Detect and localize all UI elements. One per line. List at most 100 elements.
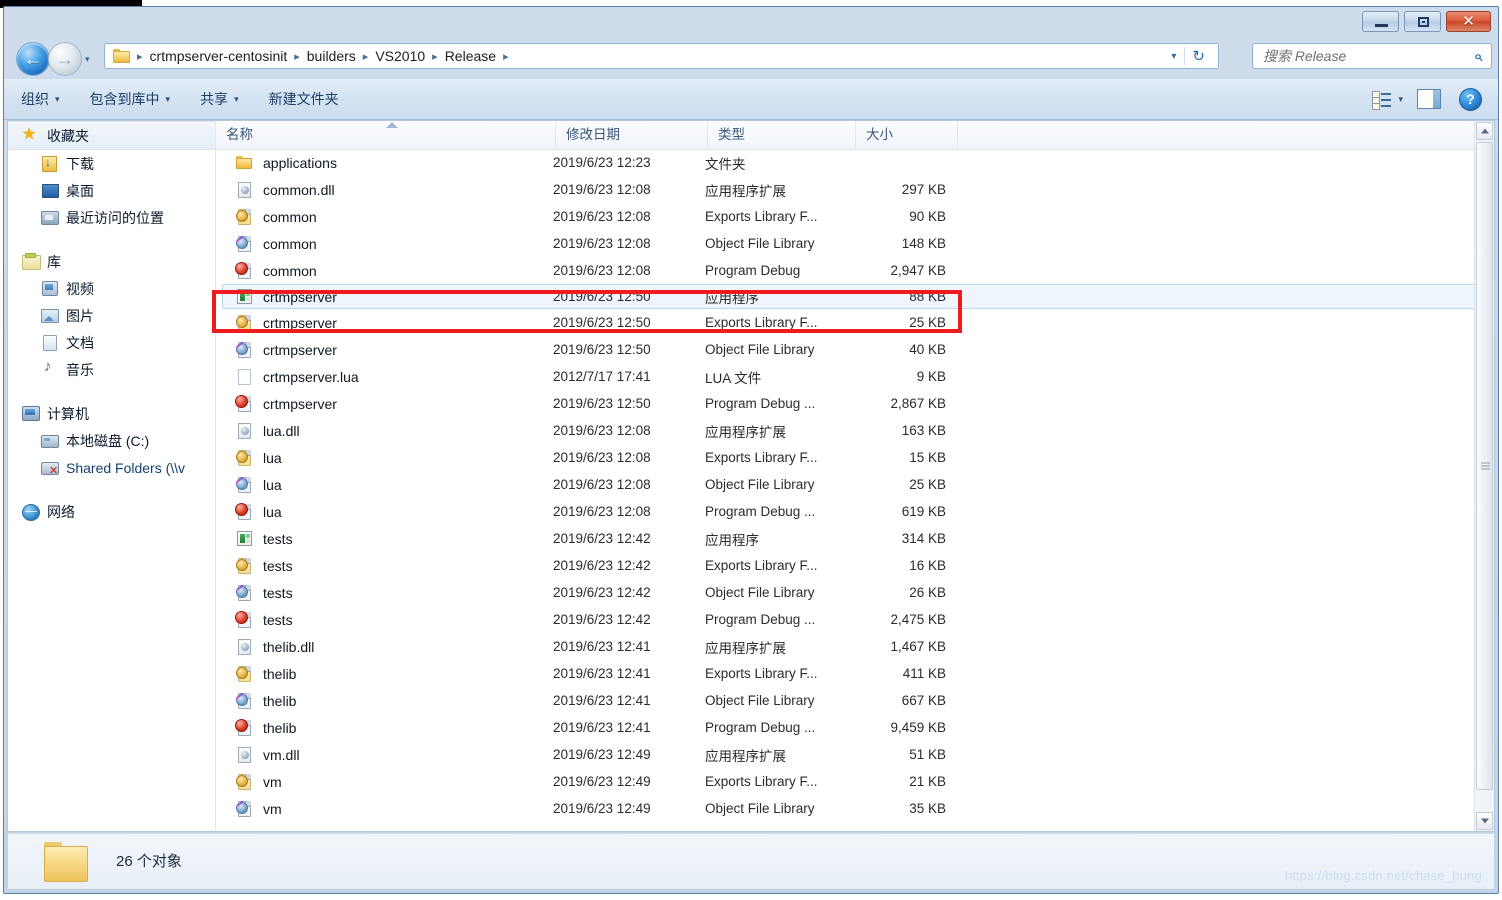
breadcrumb-item-0[interactable]: crtmpserver-centosinit [146,46,292,66]
history-dropdown-icon[interactable]: ▾ [85,54,90,65]
sidebar-item-videos[interactable]: 视频 [8,275,215,302]
file-date-cell: 2019/6/23 12:41 [553,693,651,708]
organize-button[interactable]: 组织 ▾ [8,84,73,114]
table-row[interactable]: vm 2019/6/23 12:49 Object File Library 35 K… [216,795,1494,822]
table-row[interactable]: crtmpserver 2019/6/23 12:50 Program Debug … [216,390,1494,417]
file-size-cell: 25 KB [909,315,946,330]
breadcrumb-separator-4[interactable]: ▸ [500,50,512,63]
file-date-cell: 2019/6/23 12:49 [553,774,651,789]
sidebar-item-libraries[interactable]: 库 [8,248,215,275]
file-size-cell: 35 KB [909,801,946,816]
table-row-selected[interactable]: crtmpserver 2019/6/23 12:50 应用程序 88 KB [222,284,1478,309]
file-name-cell: vm.dll [236,746,300,764]
share-button[interactable]: 共享 ▾ [187,84,252,114]
address-bar[interactable]: ▸ crtmpserver-centosinit ▸ builders ▸ VS… [104,43,1219,69]
file-size-cell: 667 KB [901,693,946,708]
search-input[interactable] [1261,47,1465,65]
back-button[interactable]: ← [16,42,50,76]
sidebar-item-pictures[interactable]: 图片 [8,302,215,329]
minimize-button[interactable] [1362,11,1399,32]
title-bar[interactable]: ✕ [4,7,1498,37]
dll-file-icon [236,638,254,656]
maximize-button[interactable] [1404,11,1441,32]
sidebar-item-network[interactable]: 网络 [8,498,215,525]
table-row[interactable]: common.dll 2019/6/23 12:08 应用程序扩展 297 KB [216,176,1494,203]
sidebar-item-music[interactable]: 音乐 [8,356,215,383]
sidebar-item-shared-folders[interactable]: Shared Folders (\\v [8,454,215,481]
table-row[interactable]: lua 2019/6/23 12:08 Exports Library F... 15… [216,444,1494,471]
close-button[interactable]: ✕ [1446,11,1491,32]
column-header-type[interactable]: 类型 [708,121,856,149]
table-row[interactable]: common 2019/6/23 12:08 Exports Library F..… [216,203,1494,230]
table-row[interactable]: applications 2019/6/23 12:23 文件夹 [216,149,1494,176]
vertical-scrollbar[interactable] [1474,121,1494,831]
breadcrumb-separator-1[interactable]: ▸ [291,50,303,63]
back-arrow-icon: ← [24,49,42,69]
table-row[interactable]: tests 2019/6/23 12:42 应用程序 314 KB [216,525,1494,552]
object-count-label: 26 个对象 [116,853,182,870]
chevron-down-icon: ▾ [55,93,60,104]
chevron-down-icon[interactable]: ▾ [1394,94,1417,105]
table-row[interactable]: thelib.dll 2019/6/23 12:41 应用程序扩展 1,467 KB [216,633,1494,660]
file-type-cell: Object File Library [705,801,815,816]
table-row[interactable]: vm.dll 2019/6/23 12:49 应用程序扩展 51 KB [216,741,1494,768]
file-size-cell: 9 KB [916,369,946,384]
sidebar-item-documents[interactable]: 文档 [8,329,215,356]
table-row[interactable]: lua.dll 2019/6/23 12:08 应用程序扩展 163 KB [216,417,1494,444]
search-icon[interactable]: ⌕ [1465,48,1491,65]
scroll-down-button[interactable] [1476,812,1493,830]
sidebar-item-recent-places[interactable]: 最近访问的位置 [8,204,215,231]
navigation-sidebar[interactable]: ★ 收藏夹 下载 桌面 最近访问的位置 库 [8,121,216,831]
forward-button[interactable]: → [48,42,82,76]
table-row[interactable]: crtmpserver.lua 2012/7/17 17:41 LUA 文件 9 KB [216,363,1494,390]
table-row[interactable]: thelib 2019/6/23 12:41 Program Debug ... 9,… [216,714,1494,741]
breadcrumb-separator-2[interactable]: ▸ [360,50,372,63]
table-row[interactable]: tests 2019/6/23 12:42 Object File Library 2… [216,579,1494,606]
file-date-cell: 2019/6/23 12:41 [553,666,651,681]
breadcrumb-separator-3[interactable]: ▸ [429,50,441,63]
file-name-cell: common [236,208,317,226]
table-row[interactable]: common 2019/6/23 12:08 Object File Library… [216,230,1494,257]
sidebar-item-computer[interactable]: 计算机 [8,400,215,427]
file-rows[interactable]: applications 2019/6/23 12:23 文件夹 common.dll… [216,149,1494,831]
file-size-cell: 1,467 KB [890,639,946,654]
file-name-cell: crtmpserver [236,288,337,306]
column-header-date[interactable]: 修改日期 [556,121,708,149]
scrollbar-thumb[interactable] [1476,142,1493,790]
preview-pane-icon[interactable] [1417,89,1441,109]
sidebar-item-label: 下载 [66,155,94,172]
chevron-down-icon[interactable]: ▾ [1163,51,1184,62]
table-row[interactable]: crtmpserver 2019/6/23 12:50 Exports Librar… [216,309,1494,336]
table-row[interactable]: tests 2019/6/23 12:42 Exports Library F...… [216,552,1494,579]
file-type-cell: 应用程序 [705,290,759,306]
breadcrumb-item-1[interactable]: builders [303,46,360,66]
breadcrumb-item-2[interactable]: VS2010 [371,46,429,66]
table-row[interactable]: lua 2019/6/23 12:08 Object File Library 25 … [216,471,1494,498]
column-header-size[interactable]: 大小 [856,121,958,149]
refresh-icon[interactable]: ↻ [1184,47,1212,65]
table-row[interactable]: lua 2019/6/23 12:08 Program Debug ... 619 K… [216,498,1494,525]
help-icon[interactable]: ? [1459,87,1482,111]
table-row[interactable]: tests 2019/6/23 12:42 Program Debug ... 2,4… [216,606,1494,633]
sidebar-item-favorites[interactable]: ★ 收藏夹 [8,121,215,150]
view-list-icon[interactable] [1372,90,1392,110]
table-row[interactable]: thelib 2019/6/23 12:41 Exports Library F..… [216,660,1494,687]
include-in-library-button[interactable]: 包含到库中 ▾ [77,84,184,114]
breadcrumb-item-3[interactable]: Release [441,46,500,66]
file-type-cell: Object File Library [705,236,815,251]
table-row[interactable]: thelib 2019/6/23 12:41 Object File Library… [216,687,1494,714]
column-header-name[interactable]: 名称 [216,121,556,149]
file-type-cell: Object File Library [705,342,815,357]
sidebar-item-downloads[interactable]: 下载 [8,150,215,177]
table-row[interactable]: common 2019/6/23 12:08 Program Debug 2,947 … [216,257,1494,284]
sidebar-item-local-disk-c[interactable]: 本地磁盘 (C:) [8,427,215,454]
search-box[interactable]: ⌕ [1252,43,1492,69]
file-name-cell: applications [236,154,337,172]
sidebar-item-desktop[interactable]: 桌面 [8,177,215,204]
table-row[interactable]: vm 2019/6/23 12:49 Exports Library F... 21 … [216,768,1494,795]
sidebar-item-label: 库 [47,253,61,270]
new-folder-button[interactable]: 新建文件夹 [256,84,352,114]
scroll-up-button[interactable] [1476,122,1493,140]
sidebar-item-label: 音乐 [66,361,94,378]
table-row[interactable]: crtmpserver 2019/6/23 12:50 Object File Li… [216,336,1494,363]
